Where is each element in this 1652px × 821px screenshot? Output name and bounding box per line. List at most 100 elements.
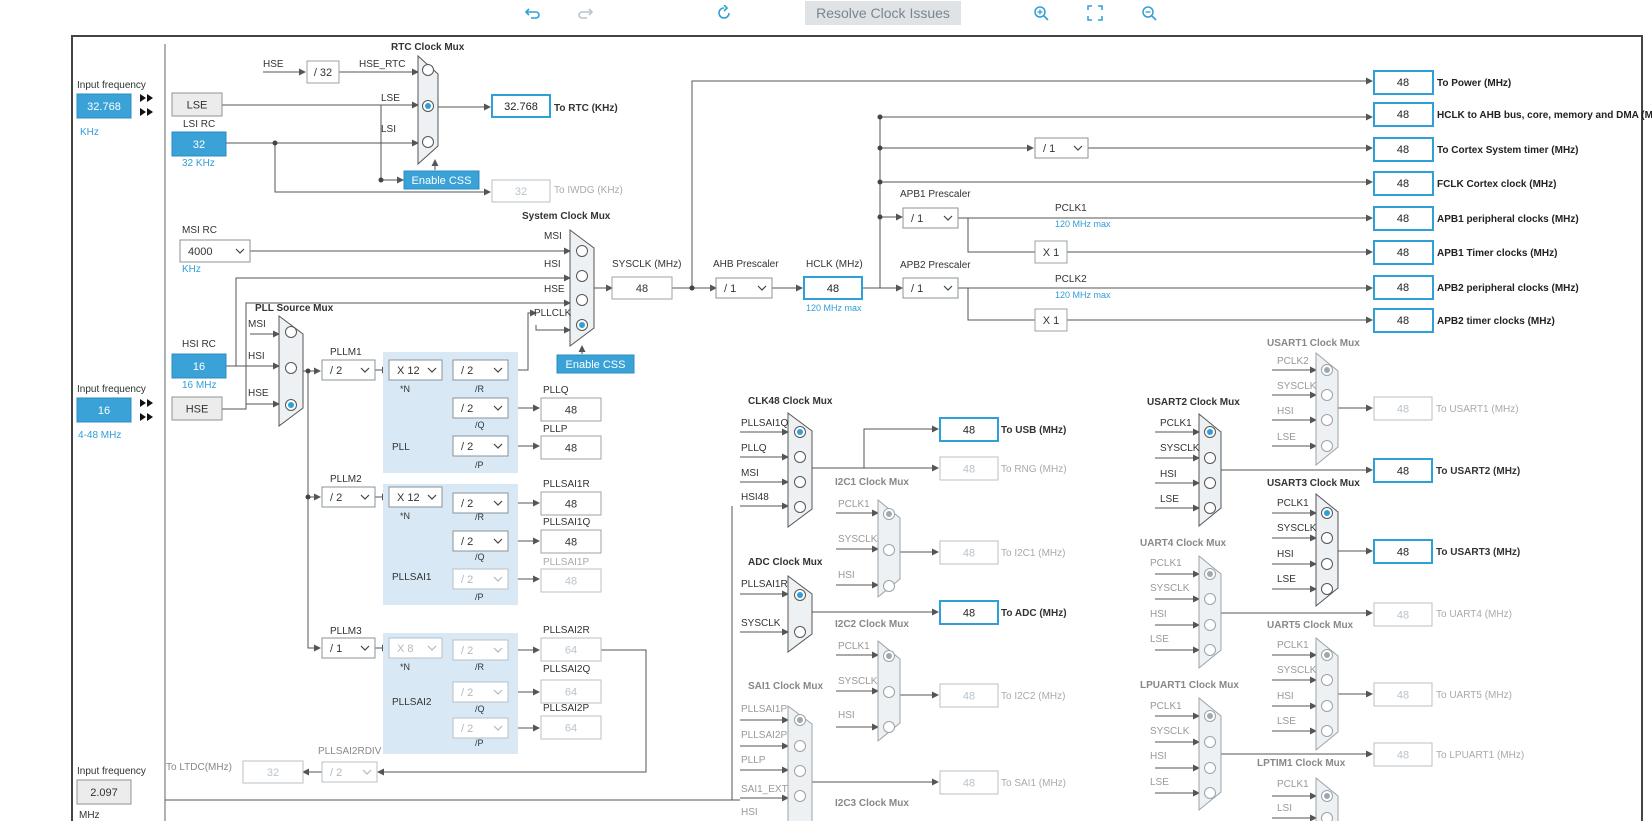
radio-button[interactable] [1204,762,1216,774]
radio-button[interactable] [1204,452,1216,464]
to-rtc-label: To RTC (KHz) [554,103,618,114]
q-label: /Q [475,552,485,562]
radio-button[interactable] [794,740,806,752]
radio-button[interactable] [883,544,895,556]
apb2-prescaler-dropdown-value: / 1 [911,283,923,295]
radio-button[interactable] [1321,725,1333,737]
cortex-div-dropdown-value: / 1 [1043,143,1055,155]
apb1-timer-mul-value: X 1 [1043,247,1060,259]
hse-source-value: HSE [186,404,209,416]
radio-button[interactable] [883,580,895,592]
output-label: To Power (MHz) [1437,78,1511,89]
radio-button[interactable] [576,245,588,257]
radio-button[interactable] [1321,674,1333,686]
radio-button[interactable] [576,294,588,306]
radio-button[interactable] [1321,414,1333,426]
radio-button[interactable] [794,765,806,777]
to-uart5-label: To UART5 (MHz) [1436,690,1512,701]
pllm2-dropdown-value: / 2 [330,492,342,504]
radio-selected-dot [288,402,294,408]
radio-button[interactable] [1321,700,1333,712]
apb1-prescaler-dropdown-value: / 1 [911,213,923,225]
pclk2-label: PCLK2 [1055,274,1087,285]
radio-button[interactable] [794,626,806,638]
msi-unit: KHz [182,264,201,275]
rng-output-value: 48 [963,464,975,476]
hsi-signal: HSI [1277,549,1294,560]
sysclk-signal: SYSCLK [1150,583,1190,594]
radio-button[interactable] [285,362,297,374]
radio-button[interactable] [883,686,895,698]
radio-button[interactable] [794,476,806,488]
lpuart1-mux-label: LPUART1 Clock Mux [1140,680,1239,691]
to-usart3-label: To USART3 (MHz) [1436,547,1520,558]
r-label: /R [475,662,485,672]
output-value: 48 [1397,77,1409,89]
sysclk-signal: SYSCLK [1160,443,1200,454]
uart5-output-value: 48 [1397,690,1409,702]
radio-button[interactable] [794,501,806,513]
pclk1-signal: PCLK1 [1277,640,1309,651]
radio-button[interactable] [883,721,895,733]
radio-button[interactable] [576,270,588,282]
radio-button[interactable] [1321,812,1333,821]
usart3-output-value: 48 [1397,547,1409,559]
radio-button[interactable] [1204,787,1216,799]
output-value: 48 [1397,144,1409,156]
output-value: 48 [1397,282,1409,294]
n-label: *N [400,511,410,521]
radio-button[interactable] [1204,477,1216,489]
i2c2-output-value: 48 [963,691,975,703]
msi-label: MSI [248,319,266,330]
radio-button[interactable] [1204,502,1216,514]
radio-button[interactable] [1321,583,1333,595]
pllsai1-q-dropdown-value: / 2 [461,536,473,548]
radio-selected-dot [1324,367,1330,373]
radio-button[interactable] [794,790,806,802]
p-label: /P [475,592,484,602]
output-label: HCLK to AHB bus, core, memory and DMA (M… [1437,110,1652,121]
hsi-rc-label: HSI RC [182,339,216,350]
radio-button[interactable] [1321,389,1333,401]
radio-button[interactable] [422,64,434,76]
radio-button[interactable] [1204,619,1216,631]
r-label: /R [475,384,485,394]
hsi-rc-value: 16 [193,361,205,373]
n-label: *N [400,384,410,394]
pllsai1q-label: PLLSAI1Q [543,517,590,528]
radio-button[interactable] [794,451,806,463]
pclk1-signal: PCLK1 [1160,418,1192,429]
radio-selected-dot [1324,793,1330,799]
output-label: APB2 timer clocks (MHz) [1437,316,1555,327]
hse-unit: 4-48 MHz [78,430,121,441]
usart2-mux-label: USART2 Clock Mux [1147,397,1240,408]
hsi-signal: HSI [838,710,855,721]
lptim1-mux-label: LPTIM1 Clock Mux [1257,758,1346,769]
radio-selected-dot [1324,510,1330,516]
input-frequency-label: Input frequency [77,766,146,777]
radio-button[interactable] [285,326,297,338]
pllp-signal: PLLP [741,755,766,766]
radio-button[interactable] [1204,593,1216,605]
pllsai1p-value-value: 48 [565,576,577,588]
pllsai1q-value-value: 48 [565,537,577,549]
to-rng-label: To RNG (MHz) [1001,464,1067,475]
sysclk-signal: SYSCLK [1277,665,1317,676]
rtc-output-value: 32.768 [504,101,538,113]
rtc-mux-label: RTC Clock Mux [391,42,465,53]
pclk1-max-label: 120 MHz max [1055,219,1111,229]
radio-button[interactable] [1321,532,1333,544]
pllsai1q-signal: PLLSAI1Q [741,418,788,429]
radio-selected-dot [1324,652,1330,658]
pclk1-signal: PCLK1 [1277,779,1309,790]
radio-button[interactable] [1204,736,1216,748]
radio-button[interactable] [1321,440,1333,452]
radio-button[interactable] [1321,558,1333,570]
hse-div32-value: / 32 [314,67,332,79]
radio-button[interactable] [422,136,434,148]
pllsai2-r-dropdown-value: / 2 [461,645,473,657]
radio-selected-dot [797,717,803,723]
adc-output-value: 48 [963,608,975,620]
uart5-mux-label: UART5 Clock Mux [1267,620,1354,631]
radio-button[interactable] [1204,644,1216,656]
